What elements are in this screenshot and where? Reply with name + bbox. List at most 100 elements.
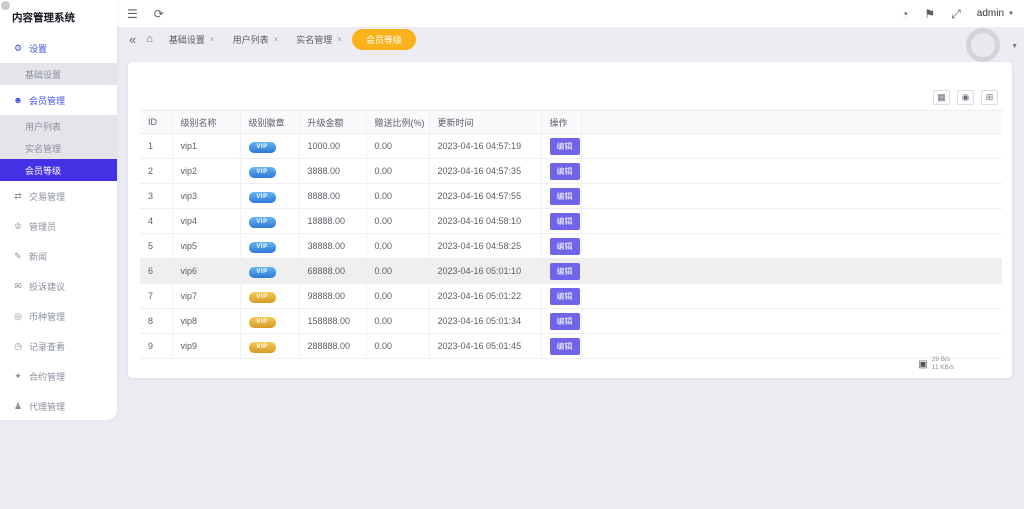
table-row: 4 vip4 VIP 18888.00 0.00 2023-04-16 04:58:10 编…: [140, 208, 1002, 234]
sidebar-item-agent-management[interactable]: ♟ 代理管理: [0, 391, 117, 421]
sidebar-item-basic-settings[interactable]: 基础设置: [0, 63, 117, 85]
sidebar-item-news[interactable]: ✎ 新闻: [0, 241, 117, 271]
cell-action: 编辑: [541, 333, 582, 359]
sidebar-item-member-level[interactable]: 会员等级: [0, 159, 117, 181]
vip-badge-icon: VIP: [248, 266, 276, 278]
column-header: 升级金额: [299, 110, 367, 134]
cell-name: vip6: [172, 258, 241, 284]
cell-ratio: 0.00: [366, 333, 430, 359]
edit-button[interactable]: 编辑: [549, 262, 580, 280]
columns-icon[interactable]: ▦: [933, 90, 950, 105]
edit-button[interactable]: 编辑: [549, 312, 580, 330]
avatar[interactable]: [966, 28, 1000, 62]
users-icon: ☻: [13, 95, 23, 105]
tag-icon[interactable]: ⚑: [924, 8, 935, 20]
cell-badge: VIP: [240, 283, 300, 309]
sidebar-item-label: 会员管理: [29, 95, 66, 106]
table-body: 1 vip1 VIP 1000.00 0.00 2023-04-16 04:57:19 编辑…: [140, 133, 1002, 359]
user-icon[interactable]: ◉: [957, 90, 974, 105]
cell-ratio: 0.00: [366, 133, 430, 159]
edit-button[interactable]: 编辑: [549, 137, 580, 155]
agent-icon: ♟: [13, 400, 23, 411]
cell-amount: 1000.00: [299, 133, 367, 159]
download-speed: 11 KB/s: [931, 364, 954, 371]
sidebar-item-transaction-management[interactable]: ⇄ 交易管理: [0, 181, 117, 211]
edit-button[interactable]: 编辑: [549, 237, 580, 255]
cell-id: 5: [140, 233, 173, 259]
fullscreen-icon[interactable]: ⤢: [951, 8, 961, 20]
cell-filler: [581, 308, 1002, 334]
tab-basic-settings[interactable]: 基础设置 ×: [161, 30, 223, 49]
tab-close-icon[interactable]: ×: [337, 35, 342, 44]
cell-id: 4: [140, 208, 173, 234]
cell-ratio: 0.00: [366, 258, 430, 284]
app-title: 内容管理系统: [12, 12, 75, 24]
tab-realname-management[interactable]: 实名管理 ×: [288, 30, 350, 49]
home-icon[interactable]: ⌂: [146, 33, 153, 45]
tab-member-level[interactable]: 会员等级: [351, 28, 416, 50]
vip-badge-icon: VIP: [248, 141, 276, 153]
cell-amount: 38888.00: [299, 233, 367, 259]
sidebar-item-settings[interactable]: ⚙ 设置: [0, 33, 117, 63]
cell-ratio: 0.00: [366, 233, 430, 259]
cell-id: 6: [140, 258, 173, 284]
cell-ratio: 0.00: [366, 308, 430, 334]
sidebar: 内容管理系统 ⚙ 设置 基础设置 ☻ 会员管理用户列表 实名管理会员等级 ⇄ 交易管理 ♔ 管理员…: [0, 0, 117, 420]
cell-updated: 2023-04-16 04:58:10: [429, 208, 542, 234]
table-row: 8 vip8 VIP 158888.00 0.00 2023-04-16 05:01:34…: [140, 308, 1002, 334]
cell-filler: [581, 233, 1002, 259]
tab-close-icon[interactable]: ×: [274, 35, 279, 44]
sidebar-item-label: 会员等级: [25, 165, 62, 176]
cell-name: vip4: [172, 208, 241, 234]
cell-updated: 2023-04-16 04:57:19: [429, 133, 542, 159]
sidebar-item-contract-management[interactable]: ✦ 合约管理: [0, 361, 117, 391]
cell-ratio: 0.00: [366, 208, 430, 234]
dashboard-icon[interactable]: ◔: [901, 8, 908, 20]
cell-id: 3: [140, 183, 173, 209]
edit-button[interactable]: 编辑: [549, 337, 580, 355]
print-icon[interactable]: ⊞: [981, 90, 998, 105]
cell-action: 编辑: [541, 258, 582, 284]
sidebar-item-feedback[interactable]: ✉ 投诉建议: [0, 271, 117, 301]
cell-updated: 2023-04-16 04:57:55: [429, 183, 542, 209]
cell-amount: 68888.00: [299, 258, 367, 284]
table-header-row: ID 级别名称 级别徽章 升级金额 赠送比例(%) 更新时间 操作: [140, 110, 1002, 134]
edit-button[interactable]: 编辑: [549, 212, 580, 230]
tab-close-icon[interactable]: ×: [210, 35, 215, 44]
menu-toggle-icon[interactable]: ☰: [127, 8, 138, 20]
vip-badge-icon: VIP: [248, 341, 276, 353]
sidebar-item-user-list[interactable]: 用户列表: [0, 115, 117, 137]
cell-badge: VIP: [240, 183, 300, 209]
cell-amount: 98888.00: [299, 283, 367, 309]
cell-name: vip1: [172, 133, 241, 159]
tab-label: 会员等级: [365, 34, 402, 45]
edit-button[interactable]: 编辑: [549, 187, 580, 205]
admin-icon: ♔: [13, 220, 23, 231]
network-monitor-icon: ▣: [918, 358, 928, 370]
tab-user-list[interactable]: 用户列表 ×: [225, 30, 287, 49]
sidebar-item-label: 记录查看: [29, 341, 66, 352]
refresh-icon[interactable]: ⟳: [154, 8, 164, 20]
cell-updated: 2023-04-16 05:01:34: [429, 308, 542, 334]
tab-label: 基础设置: [168, 34, 205, 45]
sidebar-item-realname-management[interactable]: 实名管理: [0, 137, 117, 159]
cell-name: vip2: [172, 158, 241, 184]
cell-action: 编辑: [541, 133, 582, 159]
table-toolbar: ▦ ◉ ⊞: [933, 90, 998, 105]
sidebar-item-administrator[interactable]: ♔ 管理员: [0, 211, 117, 241]
cell-amount: 3888.00: [299, 158, 367, 184]
sidebar-item-record-view[interactable]: ◷ 记录查看: [0, 331, 117, 361]
sidebar-item-member-management[interactable]: ☻ 会员管理: [0, 85, 117, 115]
cell-name: vip9: [172, 333, 241, 359]
avatar-chevron-icon[interactable]: ▼: [1011, 43, 1018, 50]
table-row: 3 vip3 VIP 8888.00 0.00 2023-04-16 04:57:55 编辑: [140, 183, 1002, 209]
column-header: 级别名称: [172, 110, 241, 134]
admin-dropdown[interactable]: admin ▼: [977, 8, 1014, 19]
edit-button[interactable]: 编辑: [549, 162, 580, 180]
edit-button[interactable]: 编辑: [549, 287, 580, 305]
cell-updated: 2023-04-16 05:01:10: [429, 258, 542, 284]
collapse-tabs-icon[interactable]: «: [129, 32, 136, 47]
sidebar-item-currency-management[interactable]: ◎ 币种管理: [0, 301, 117, 331]
vip-badge-icon: VIP: [248, 191, 276, 203]
cell-id: 1: [140, 133, 173, 159]
